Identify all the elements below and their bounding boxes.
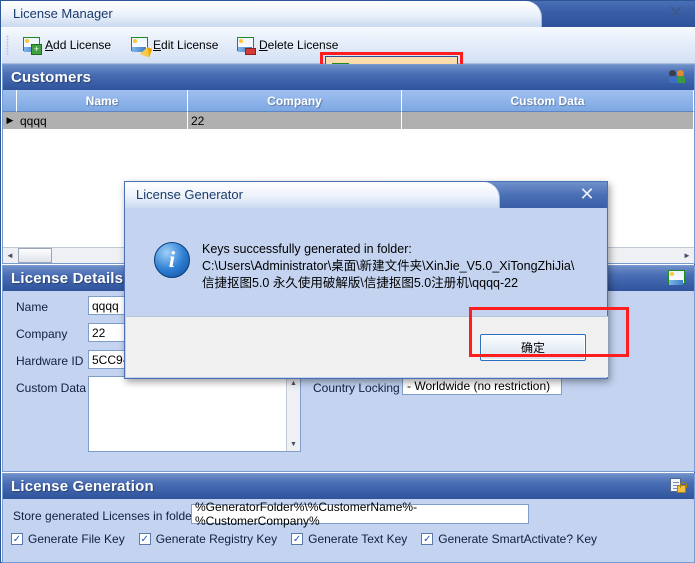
edit-image-icon	[131, 37, 153, 58]
edit-license-label: Edit License	[153, 38, 219, 52]
cell-company: 22	[188, 112, 402, 129]
folder-input[interactable]: %GeneratorFolder%\%CustomerName%-%Custom…	[191, 500, 529, 528]
dialog-message: Keys successfully generated in folder: C…	[202, 241, 592, 292]
column-header-name[interactable]: Name	[17, 90, 188, 112]
dialog-titlebar: License Generator ✕	[125, 182, 607, 208]
scroll-right-icon[interactable]: ►	[680, 249, 694, 263]
option-generate-file-key[interactable]: ✓ Generate File Key	[11, 532, 125, 546]
scroll-thumb[interactable]	[18, 248, 52, 263]
generation-title: License Generation	[11, 478, 154, 495]
generate-smartactivate-key-label: Generate SmartActivate? Key	[438, 532, 598, 546]
license-generator-dialog: License Generator ✕ i Keys successfully …	[124, 181, 629, 379]
add-image-icon: +	[23, 37, 42, 55]
folder-label: Store generated Licenses in folder:	[13, 509, 200, 523]
close-icon[interactable]: ✕	[666, 4, 686, 24]
generate-registry-key-checkbox[interactable]: ✓	[138, 533, 151, 545]
people-icon	[669, 69, 686, 84]
generate-text-key-label: Generate Text Key	[308, 532, 408, 546]
add-license-label: Add License	[45, 38, 112, 52]
row-indicator-icon: ▶	[6, 115, 14, 125]
generate-file-key-label: Generate File Key	[28, 532, 125, 546]
option-generate-smartactivate-key[interactable]: ✓ Generate SmartActivate? Key	[421, 532, 597, 546]
delete-license-button[interactable]: Delete License	[230, 31, 344, 59]
generation-options-row: ✓ Generate File Key ✓ Generate Registry …	[11, 532, 597, 546]
generation-section-header: License Generation	[3, 474, 694, 499]
generate-text-key-checkbox[interactable]: ✓	[291, 533, 304, 545]
app-root: License Manager ✕ + Add License Edit Lic…	[0, 0, 695, 563]
cell-name: qqqq	[17, 112, 188, 129]
cell-custom-data	[402, 112, 694, 129]
grid-corner-cell	[3, 90, 17, 112]
dialog-message-line-2: C:\Users\Administrator\桌面\新建文件夹\XinJie_V…	[202, 259, 575, 273]
column-header-company[interactable]: Company	[188, 90, 402, 112]
window-title: License Manager	[13, 6, 113, 21]
dialog-message-line-3: 信捷抠图5.0 永久使用破解版\信捷抠图5.0注册机\qqqq-22	[202, 276, 519, 290]
edit-license-button[interactable]: Edit License	[124, 31, 226, 59]
hardware-id-label: Hardware ID	[16, 354, 84, 368]
dialog-message-line-1: Keys successfully generated in folder:	[202, 242, 412, 256]
custom-data-scrollbar[interactable]: ▲ ▼	[286, 377, 300, 451]
main-toolbar: + Add License Edit License Delete Licens…	[2, 27, 695, 90]
ok-button[interactable]: 确定	[480, 334, 586, 361]
add-license-button[interactable]: + Add License	[16, 31, 120, 59]
scroll-down-icon[interactable]: ▼	[287, 438, 300, 451]
dialog-body: i Keys successfully generated in folder:…	[126, 208, 608, 313]
name-label: Name	[16, 300, 49, 314]
main-window: License Manager ✕ + Add License Edit Lic…	[0, 0, 695, 563]
option-generate-registry-key[interactable]: ✓ Generate Registry Key	[138, 532, 278, 546]
details-title: License Details	[11, 270, 124, 287]
column-header-custom-data[interactable]: Custom Data	[402, 90, 694, 112]
document-lock-icon	[670, 478, 687, 493]
option-generate-text-key[interactable]: ✓ Generate Text Key	[291, 532, 407, 546]
scroll-left-icon[interactable]: ◄	[3, 249, 17, 263]
generate-smartactivate-key-checkbox[interactable]: ✓	[421, 533, 434, 545]
generate-registry-key-label: Generate Registry Key	[155, 532, 278, 546]
customers-title: Customers	[11, 69, 92, 86]
customers-grid-header: Name Company Custom Data	[3, 90, 694, 112]
customers-section-header: Customers	[3, 65, 694, 90]
generate-file-key-checkbox[interactable]: ✓	[11, 533, 23, 545]
toolbar-grip	[6, 35, 9, 55]
info-icon: i	[154, 242, 190, 278]
custom-data-textarea[interactable]: ▲ ▼	[88, 376, 301, 452]
dialog-close-icon[interactable]: ✕	[577, 185, 597, 205]
delete-image-icon	[237, 37, 256, 55]
custom-data-label: Custom Data	[16, 381, 87, 395]
window-titlebar: License Manager ✕	[1, 1, 695, 27]
dialog-title: License Generator	[136, 187, 243, 202]
dialog-footer: 确定	[126, 316, 608, 377]
company-label: Company	[16, 327, 68, 341]
folder-row: Store generated Licenses in folder: %Gen…	[3, 500, 694, 528]
country-locking-label: Country Locking	[313, 381, 400, 395]
license-image-icon	[668, 270, 686, 286]
delete-license-label: Delete License	[259, 38, 339, 52]
license-generation-panel: License Generation Store generated Licen…	[2, 473, 695, 563]
table-row[interactable]: ▶ qqqq 22	[3, 112, 694, 129]
